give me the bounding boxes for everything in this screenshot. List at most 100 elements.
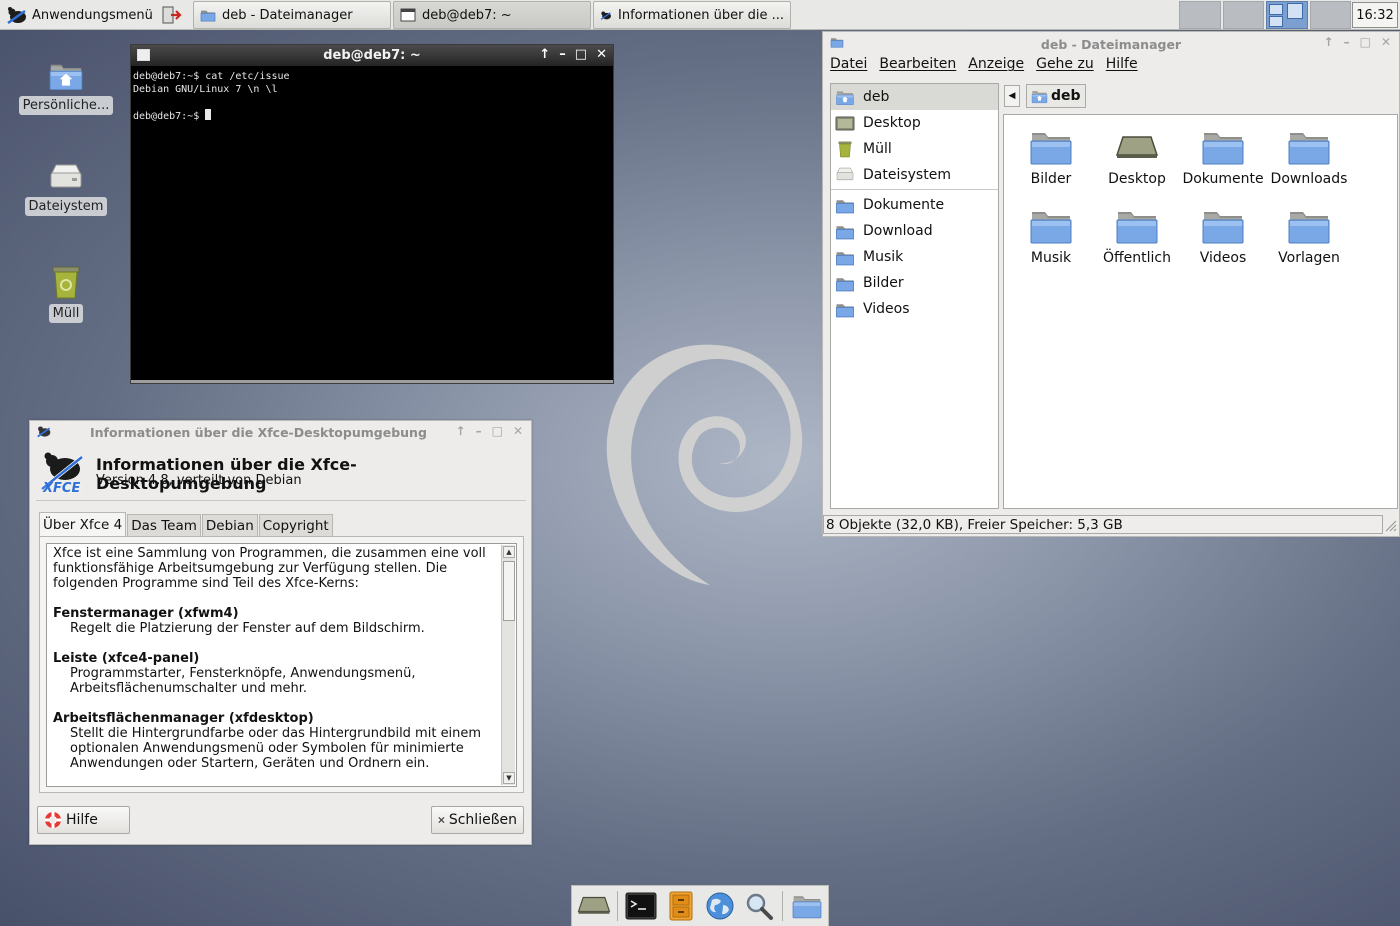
- dock-file-manager-button[interactable]: [789, 888, 824, 924]
- desktop-icon-label: Dateiystem: [24, 197, 108, 216]
- desktop-folder-icon: [1115, 136, 1159, 158]
- sidebar-item-trash[interactable]: Müll: [831, 136, 998, 162]
- file-item-folder[interactable]: Vorlagen: [1266, 206, 1352, 266]
- logout-button[interactable]: [158, 2, 184, 28]
- task-file-manager[interactable]: deb - Dateimanager: [193, 1, 391, 29]
- shade-icon[interactable]: ↑: [539, 47, 550, 62]
- close-button-label: Schließen: [448, 812, 517, 828]
- folder-icon: [1287, 127, 1331, 167]
- folder-icon: [835, 275, 855, 292]
- workspace-1[interactable]: [1179, 1, 1221, 29]
- workspace-2[interactable]: [1222, 1, 1264, 29]
- desktop-icon-filesystem[interactable]: Dateiystem: [18, 163, 114, 216]
- maximize-icon[interactable]: □: [1360, 35, 1371, 49]
- sidebar-item-download[interactable]: Download: [831, 218, 998, 244]
- dock-search-button[interactable]: [741, 888, 776, 924]
- shade-icon[interactable]: ↑: [456, 424, 466, 438]
- minimize-icon[interactable]: –: [559, 47, 566, 62]
- file-item-folder[interactable]: Bilder: [1008, 127, 1094, 187]
- file-view[interactable]: Bilder Desktop Dokumente Downloads Musik…: [1003, 114, 1398, 509]
- dock-web-browser-button[interactable]: [702, 888, 737, 924]
- task-label: deb@deb7: ~: [422, 7, 512, 23]
- workspace-3[interactable]: [1266, 1, 1308, 29]
- sidebar-item-videos[interactable]: Videos: [831, 296, 998, 322]
- shade-icon[interactable]: ↑: [1324, 35, 1334, 49]
- clock[interactable]: 16:32: [1352, 2, 1398, 28]
- maximize-icon[interactable]: □: [492, 424, 503, 438]
- minimize-icon[interactable]: –: [1344, 35, 1350, 49]
- close-icon[interactable]: ✕: [513, 424, 523, 438]
- terminal-window[interactable]: deb@deb7: ~ ↑ – □ ✕ deb@deb7:~$ cat /etc…: [130, 44, 614, 384]
- about-tabs: Über Xfce 4 Das Team Debian Copyright: [39, 512, 334, 536]
- sidebar-item-filesystem[interactable]: Dateisystem: [831, 162, 998, 188]
- sidebar-item-home[interactable]: deb: [831, 84, 998, 110]
- vertical-scrollbar[interactable]: ▲ ▼: [501, 545, 515, 785]
- task-about-xfce[interactable]: Informationen über die ...: [593, 1, 791, 29]
- file-item-folder[interactable]: Desktop: [1094, 127, 1180, 187]
- close-button[interactable]: Schließen: [431, 806, 524, 834]
- help-button-label: Hilfe: [66, 812, 98, 828]
- file-item-label: Musik: [1030, 250, 1072, 266]
- file-manager-window[interactable]: deb - Dateimanager ↑ – □ ✕ Datei Bearbei…: [822, 31, 1400, 537]
- menu-view[interactable]: Anzeige: [968, 56, 1024, 72]
- menu-edit[interactable]: Bearbeiten: [879, 56, 956, 72]
- sidebar-item-documents[interactable]: Dokumente: [831, 192, 998, 218]
- desktop-icon-home[interactable]: Persönliche...: [18, 60, 114, 115]
- terminal-line: deb@deb7:~$ cat /etc/issue: [133, 71, 290, 82]
- applications-menu-button[interactable]: Anwendungsmenü: [2, 2, 157, 28]
- terminal-title: deb@deb7: ~: [323, 48, 421, 63]
- status-bar: 8 Objekte (32,0 KB), Freier Speicher: 5,…: [823, 515, 1383, 534]
- close-icon[interactable]: ✕: [596, 47, 607, 62]
- sidebar-item-desktop[interactable]: Desktop: [831, 110, 998, 136]
- xfce-mouse-icon: [7, 7, 26, 25]
- about-text-view[interactable]: Xfce ist eine Sammlung von Programmen, d…: [46, 543, 517, 787]
- folder-icon: [1029, 127, 1073, 167]
- terminal-prompt: deb@deb7:~$: [133, 111, 206, 122]
- terminal-icon: [625, 892, 657, 920]
- maximize-icon[interactable]: □: [575, 47, 587, 62]
- terminal-titlebar[interactable]: deb@deb7: ~ ↑ – □ ✕: [131, 45, 613, 66]
- workspace-4[interactable]: [1309, 1, 1351, 29]
- file-item-folder[interactable]: Musik: [1008, 206, 1094, 266]
- sidebar-item-label: Videos: [863, 301, 910, 317]
- dock-terminal-button[interactable]: [624, 888, 659, 924]
- path-button-deb[interactable]: deb: [1026, 84, 1086, 108]
- terminal-output[interactable]: deb@deb7:~$ cat /etc/issue Debian GNU/Lin…: [131, 66, 613, 127]
- about-titlebar[interactable]: Informationen über die Xfce-Desktopumgeb…: [30, 421, 531, 443]
- file-item-folder[interactable]: Videos: [1180, 206, 1266, 266]
- scroll-up-arrow[interactable]: ▲: [503, 546, 515, 558]
- help-button[interactable]: Hilfe: [37, 806, 130, 834]
- tab-team[interactable]: Das Team: [127, 514, 201, 536]
- menu-go[interactable]: Gehe zu: [1036, 56, 1094, 72]
- sidebar-item-music[interactable]: Musik: [831, 244, 998, 270]
- minimize-icon[interactable]: –: [476, 424, 482, 438]
- close-icon[interactable]: ✕: [1381, 35, 1391, 49]
- hard-drive-icon: [836, 167, 854, 181]
- terminal-prompt-line: deb@deb7:~$: [133, 109, 611, 123]
- tab-debian[interactable]: Debian: [201, 514, 258, 536]
- section-title: Fenstermanager (xfwm4): [53, 606, 239, 621]
- file-item-folder[interactable]: Öffentlich: [1094, 206, 1180, 266]
- folder-icon: [1287, 206, 1331, 246]
- tab-about-xfce[interactable]: Über Xfce 4: [39, 512, 127, 536]
- window-menu-icon[interactable]: [137, 49, 150, 61]
- xfce-mouse-icon: [37, 426, 51, 438]
- sidebar-item-pictures[interactable]: Bilder: [831, 270, 998, 296]
- menu-file[interactable]: Datei: [830, 56, 867, 72]
- task-terminal[interactable]: deb@deb7: ~: [393, 1, 591, 29]
- dock-show-desktop-button[interactable]: [576, 888, 611, 924]
- file-manager-titlebar[interactable]: deb - Dateimanager ↑ – □ ✕: [823, 32, 1399, 54]
- about-xfce-dialog[interactable]: Informationen über die Xfce-Desktopumgeb…: [29, 420, 532, 845]
- file-item-folder[interactable]: Downloads: [1266, 127, 1352, 187]
- scroll-down-arrow[interactable]: ▼: [503, 772, 515, 784]
- file-item-folder[interactable]: Dokumente: [1180, 127, 1266, 187]
- menu-help[interactable]: Hilfe: [1106, 56, 1138, 72]
- scroll-thumb[interactable]: [503, 561, 515, 621]
- path-back-arrow-icon[interactable]: ◀: [1004, 85, 1020, 107]
- logout-icon: [162, 6, 182, 24]
- tab-copyright[interactable]: Copyright: [258, 514, 333, 536]
- resize-grip-icon[interactable]: [1383, 518, 1397, 532]
- dock-file-cabinet-button[interactable]: [663, 888, 698, 924]
- desktop-icon-trash[interactable]: Müll: [18, 264, 114, 323]
